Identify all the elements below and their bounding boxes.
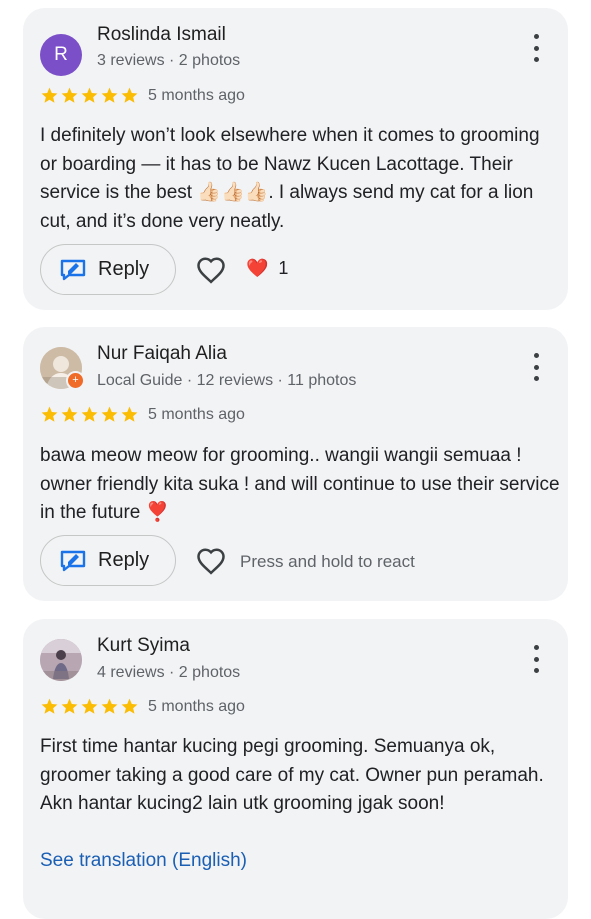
star-icon <box>41 698 58 714</box>
reviewer-meta: 4 reviews · 2 photos <box>97 664 241 681</box>
avatar[interactable] <box>40 639 82 681</box>
reviewer-name[interactable]: Nur Faiqah Alia <box>97 343 227 365</box>
more-options-icon[interactable] <box>526 645 546 673</box>
star-icon <box>81 406 98 422</box>
star-icon <box>81 698 98 714</box>
review-date: 5 months ago <box>148 698 245 715</box>
reply-icon <box>60 550 86 571</box>
more-options-icon[interactable] <box>526 34 546 62</box>
review-date: 5 months ago <box>148 87 245 104</box>
reaction-count: 1 <box>278 258 289 278</box>
star-rating <box>40 697 139 716</box>
reply-label: Reply <box>98 258 150 280</box>
reviewer-meta: 3 reviews · 2 photos <box>97 52 241 69</box>
star-rating <box>40 86 139 105</box>
review-text: bawa meow meow for grooming.. wangii wan… <box>40 445 560 524</box>
reply-icon <box>60 259 86 280</box>
avatar-photo <box>40 639 82 681</box>
avatar[interactable]: + <box>40 347 85 390</box>
star-icon <box>41 406 58 422</box>
react-hint: Press and hold to react <box>240 552 415 571</box>
star-icon <box>61 406 78 422</box>
like-heart-icon[interactable] <box>196 547 226 575</box>
star-rating <box>40 405 139 424</box>
review-text: I definitely won’t look elsewhere when i… <box>40 125 540 233</box>
review-date: 5 months ago <box>148 406 245 423</box>
reply-label: Reply <box>98 549 150 571</box>
star-icon <box>41 87 58 103</box>
heart-reaction-emoji: ❤️ <box>246 258 269 278</box>
more-options-icon[interactable] <box>526 353 546 381</box>
review-text: First time hantar kucing pegi grooming. … <box>40 736 544 815</box>
reviewer-name[interactable]: Kurt Syima <box>97 635 190 657</box>
star-icon <box>81 87 98 103</box>
review-card: R Roslinda Ismail 3 reviews · 2 photos 5… <box>23 8 568 310</box>
star-icon <box>121 87 138 103</box>
reply-button[interactable]: Reply <box>40 535 176 586</box>
star-icon <box>121 406 138 422</box>
reply-button[interactable]: Reply <box>40 244 176 295</box>
see-translation-link[interactable]: See translation (English) <box>40 850 247 872</box>
avatar-letter: R <box>54 44 68 65</box>
review-card: + Nur Faiqah Alia Local Guide · 12 revie… <box>23 327 568 601</box>
star-icon <box>101 87 118 103</box>
like-heart-icon[interactable] <box>196 256 226 284</box>
star-icon <box>61 87 78 103</box>
star-icon <box>101 406 118 422</box>
star-icon <box>101 698 118 714</box>
reviewer-name[interactable]: Roslinda Ismail <box>97 24 226 46</box>
reaction-summary[interactable]: ❤️ 1 <box>246 258 288 279</box>
local-guide-badge-icon: + <box>66 371 85 390</box>
star-icon <box>121 698 138 714</box>
reviewer-meta: Local Guide · 12 reviews · 11 photos <box>97 372 357 389</box>
review-card: Kurt Syima 4 reviews · 2 photos 5 months… <box>23 619 568 919</box>
avatar[interactable]: R <box>40 34 82 76</box>
star-icon <box>61 698 78 714</box>
